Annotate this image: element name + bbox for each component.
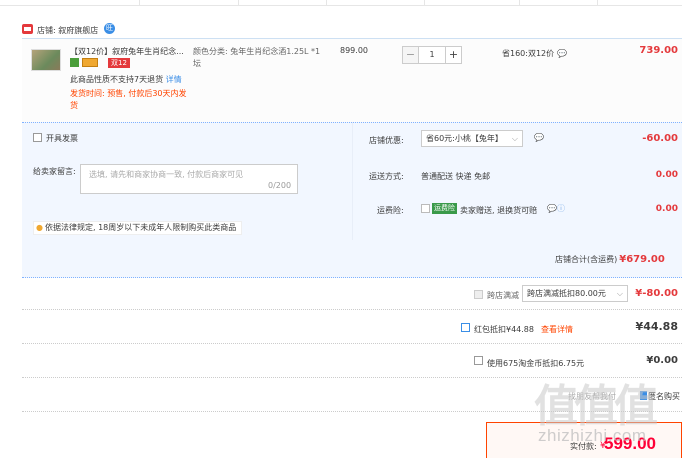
shipping-method-value: 普通配送 快递 免邮 bbox=[421, 172, 491, 181]
invoice-label: 开具发票 bbox=[46, 134, 78, 143]
cross-store-label: 跨店满减 bbox=[487, 291, 519, 300]
message-placeholder: 选填, 请先和商家协商一致, 付款后商家可见 bbox=[89, 170, 244, 179]
taobao-coin-value: ¥0.00 bbox=[646, 355, 678, 366]
freight-insurance-amount: 0.00 bbox=[655, 204, 678, 214]
shop-coupon-value: -60.00 bbox=[642, 133, 678, 144]
cross-store-checkbox[interactable] bbox=[474, 290, 483, 299]
quantity-minus-button[interactable]: − bbox=[402, 46, 419, 64]
shop-total: 店铺合计(含运费) ¥679.00 bbox=[555, 254, 665, 265]
item-subtotal: 739.00 bbox=[639, 45, 678, 56]
shop-coupon-selected: 省60元:小桃【兔年】 bbox=[426, 134, 503, 143]
shop-icon bbox=[22, 24, 33, 34]
red-packet-label: 红包抵扣¥44.88 bbox=[474, 325, 534, 334]
shop-name-link[interactable]: 店铺: 叙府旗舰店 bbox=[37, 25, 98, 36]
credit-card-icon bbox=[82, 58, 98, 67]
freight-insurance-checkbox[interactable] bbox=[421, 204, 430, 213]
header-divider bbox=[597, 0, 598, 5]
freight-insurance-tag: 运费险 bbox=[432, 203, 457, 214]
shipping-method-label: 运送方式: bbox=[369, 172, 404, 181]
return-policy-text: 此商品性质不支持7天退货 bbox=[70, 75, 164, 84]
double12-badge: 双12 bbox=[108, 58, 130, 68]
shop-total-label: 店铺合计(含运费) bbox=[555, 255, 618, 264]
wangwang-chat-icon[interactable]: 旺 bbox=[104, 23, 115, 34]
shipping-amount: 0.00 bbox=[655, 170, 678, 180]
chat-bubble-icon[interactable]: 💬 bbox=[534, 133, 544, 142]
red-packet-detail-link[interactable]: 查看详情 bbox=[541, 324, 573, 335]
age-restriction-notice: ● 依据法律规定, 18周岁以下未成年人限制购买此类商品 bbox=[33, 221, 243, 235]
product-thumbnail[interactable] bbox=[31, 49, 61, 71]
message-label: 给卖家留言: bbox=[33, 167, 76, 176]
header-divider bbox=[424, 0, 425, 5]
return-policy-note: 此商品性质不支持7天退货 详情 bbox=[70, 74, 182, 85]
invoice-checkbox[interactable] bbox=[33, 133, 42, 142]
red-packet-checkbox[interactable] bbox=[461, 323, 470, 332]
watermark-logo: 值值值 bbox=[534, 381, 658, 432]
help-icon[interactable]: 💬ⓘ bbox=[547, 203, 565, 214]
chat-bubble-icon[interactable]: 💬 bbox=[557, 49, 567, 58]
return-policy-detail-link[interactable]: 详情 bbox=[166, 75, 182, 84]
header-divider bbox=[519, 0, 520, 5]
verified-icon bbox=[70, 58, 79, 67]
shop-coupon-select[interactable]: 省60元:小桃【兔年】 ⌵ bbox=[421, 130, 523, 147]
product-spec: 颜色分类: 兔年生肖纪念酒1.25L *1坛 bbox=[193, 47, 321, 68]
quantity-stepper: − 1 + bbox=[402, 46, 462, 64]
discount-note-text: 省160:双12价 bbox=[502, 49, 555, 58]
location-pin-icon: ● bbox=[36, 223, 43, 232]
message-char-count: 0/200 bbox=[268, 181, 292, 190]
ship-time-note: 发货时间: 预售, 付款后30天内发货 bbox=[70, 89, 187, 110]
watermark-url: zhizhizhi.com bbox=[538, 426, 647, 445]
header-divider bbox=[238, 0, 239, 5]
age-restriction-text: 依据法律规定, 18周岁以下未成年人限制购买此类商品 bbox=[44, 223, 237, 232]
unit-price: 899.00 bbox=[340, 46, 368, 55]
taobao-coin-label: 使用675淘金币抵扣6.75元 bbox=[487, 359, 585, 368]
freight-insurance-label: 运费险: bbox=[377, 206, 404, 215]
row-divider bbox=[22, 309, 682, 310]
product-title-link[interactable]: 【双12价】叙府兔年生肖纪念... bbox=[70, 46, 190, 57]
header-divider bbox=[326, 0, 327, 5]
cross-store-selected: 跨店满减抵扣80.00元 bbox=[527, 289, 606, 298]
freight-insurance-text: 卖家赠送, 退换货可赔 bbox=[460, 206, 538, 215]
shop-total-amount: ¥679.00 bbox=[619, 254, 665, 265]
row-divider bbox=[22, 343, 682, 344]
taobao-coin-checkbox[interactable] bbox=[474, 356, 483, 365]
panel-divider bbox=[352, 122, 353, 240]
quantity-plus-button[interactable]: + bbox=[445, 46, 462, 64]
cross-store-value: ¥-80.00 bbox=[635, 288, 678, 299]
discount-note: 省160:双12价 💬 bbox=[502, 48, 567, 59]
header-divider bbox=[139, 0, 140, 5]
shop-coupon-label: 店铺优惠: bbox=[369, 136, 404, 145]
quantity-input[interactable]: 1 bbox=[419, 46, 445, 64]
table-header-bar bbox=[0, 0, 682, 6]
chevron-down-icon: ⌵ bbox=[511, 134, 518, 143]
red-packet-value: ¥44.88 bbox=[635, 320, 678, 333]
